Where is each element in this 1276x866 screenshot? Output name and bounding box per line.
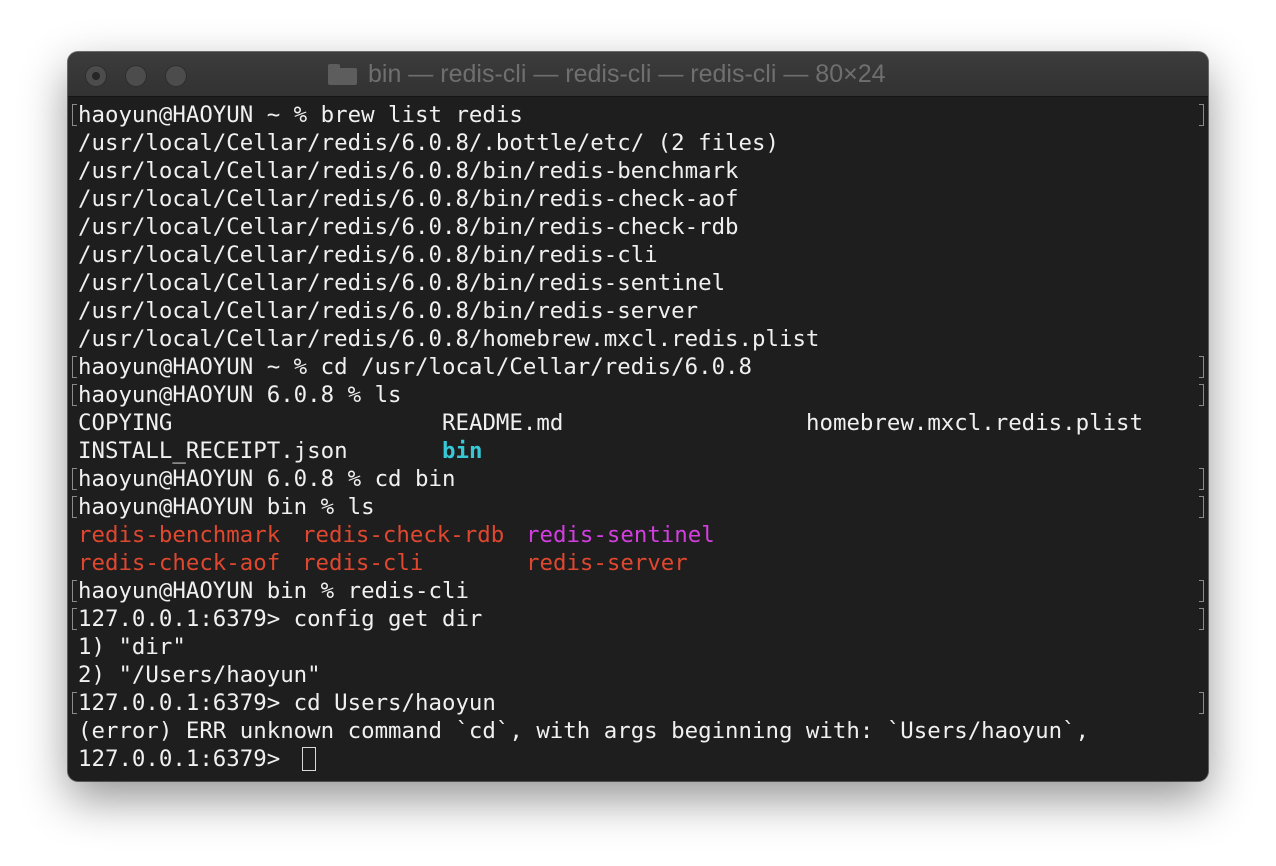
active-prompt-line[interactable]: 127.0.0.1:6379> — [68, 745, 1208, 773]
command-text: haoyun@HAOYUN 6.0.8 % cd bin — [78, 466, 456, 492]
file-entry: homebrew.mxcl.redis.plist — [806, 410, 1144, 436]
file-entry: README.md — [442, 410, 564, 436]
output-text: /usr/local/Cellar/redis/6.0.8/.bottle/et… — [78, 130, 779, 156]
output-text: 2) "/Users/haoyun" — [78, 662, 321, 688]
mark-bracket-right — [1199, 104, 1204, 126]
command-text: haoyun@HAOYUN bin % redis-cli — [78, 578, 469, 604]
mark-bracket-left — [72, 608, 77, 630]
command-text: haoyun@HAOYUN 6.0.8 % ls — [78, 382, 402, 408]
file-entry: COPYING — [78, 410, 173, 436]
prompt-line: haoyun@HAOYUN 6.0.8 % cd bin — [68, 465, 1208, 493]
zoom-button[interactable] — [165, 65, 187, 87]
error-text: (error) ERR unknown command `cd`, with a… — [78, 718, 1090, 744]
mark-bracket-right — [1199, 496, 1204, 518]
mark-bracket-right — [1199, 580, 1204, 602]
mark-bracket-left — [72, 356, 77, 378]
executable-entry: redis-check-rdb — [302, 522, 505, 548]
ls-output-row: redis-benchmark redis-check-rdb redis-se… — [68, 521, 1208, 549]
ls-output-row: redis-check-aof redis-cli redis-server — [68, 549, 1208, 577]
command-text: haoyun@HAOYUN bin % ls — [78, 494, 375, 520]
ls-output-row: INSTALL_RECEIPT.json bin — [68, 437, 1208, 465]
command-text: haoyun@HAOYUN ~ % cd /usr/local/Cellar/r… — [78, 354, 753, 380]
output-text: /usr/local/Cellar/redis/6.0.8/bin/redis-… — [78, 298, 699, 324]
output-text: /usr/local/Cellar/redis/6.0.8/bin/redis-… — [78, 270, 726, 296]
executable-entry: redis-server — [526, 550, 688, 576]
mark-bracket-right — [1199, 692, 1204, 714]
window-title-text: bin — redis-cli — redis-cli — redis-cli … — [368, 59, 886, 88]
mark-bracket-left — [72, 496, 77, 518]
executable-entry: redis-sentinel — [526, 522, 715, 548]
error-line: (error) ERR unknown command `cd`, with a… — [68, 717, 1208, 745]
mark-bracket-right — [1199, 384, 1204, 406]
mark-bracket-right — [1199, 608, 1204, 630]
mark-bracket-right — [1199, 356, 1204, 378]
output-line: /usr/local/Cellar/redis/6.0.8/bin/redis-… — [68, 213, 1208, 241]
executable-entry: redis-benchmark — [78, 522, 281, 548]
prompt-line: haoyun@HAOYUN ~ % brew list redis — [68, 101, 1208, 129]
file-entry: INSTALL_RECEIPT.json — [78, 438, 348, 464]
mark-bracket-left — [72, 468, 77, 490]
output-line: /usr/local/Cellar/redis/6.0.8/bin/redis-… — [68, 185, 1208, 213]
output-line: 2) "/Users/haoyun" — [68, 661, 1208, 689]
terminal-output[interactable]: haoyun@HAOYUN ~ % brew list redis /usr/l… — [68, 97, 1208, 781]
output-text: /usr/local/Cellar/redis/6.0.8/bin/redis-… — [78, 214, 739, 240]
prompt-line: haoyun@HAOYUN ~ % cd /usr/local/Cellar/r… — [68, 353, 1208, 381]
title-bar[interactable]: bin — redis-cli — redis-cli — redis-cli … — [68, 52, 1208, 97]
command-text: haoyun@HAOYUN ~ % brew list redis — [78, 102, 523, 128]
close-button[interactable] — [85, 65, 107, 87]
output-line: /usr/local/Cellar/redis/6.0.8/bin/redis-… — [68, 297, 1208, 325]
directory-entry: bin — [442, 438, 483, 464]
text-cursor[interactable] — [302, 747, 316, 771]
output-text: /usr/local/Cellar/redis/6.0.8/homebrew.m… — [78, 326, 820, 352]
output-line: 1) "dir" — [68, 633, 1208, 661]
output-text: /usr/local/Cellar/redis/6.0.8/bin/redis-… — [78, 158, 739, 184]
mark-bracket-left — [72, 580, 77, 602]
output-text: /usr/local/Cellar/redis/6.0.8/bin/redis-… — [78, 186, 739, 212]
output-line: /usr/local/Cellar/redis/6.0.8/homebrew.m… — [68, 325, 1208, 353]
output-line: /usr/local/Cellar/redis/6.0.8/.bottle/et… — [68, 129, 1208, 157]
ls-output-row: COPYING README.md homebrew.mxcl.redis.pl… — [68, 409, 1208, 437]
active-prompt: 127.0.0.1:6379> — [78, 746, 294, 772]
output-text: /usr/local/Cellar/redis/6.0.8/bin/redis-… — [78, 242, 658, 268]
command-text: 127.0.0.1:6379> cd Users/haoyun — [78, 690, 496, 716]
prompt-line: haoyun@HAOYUN bin % ls — [68, 493, 1208, 521]
mark-bracket-left — [72, 104, 77, 126]
executable-entry: redis-check-aof — [78, 550, 281, 576]
prompt-line: 127.0.0.1:6379> cd Users/haoyun — [68, 689, 1208, 717]
output-line: /usr/local/Cellar/redis/6.0.8/bin/redis-… — [68, 241, 1208, 269]
prompt-line: haoyun@HAOYUN bin % redis-cli — [68, 577, 1208, 605]
folder-icon — [328, 63, 357, 85]
mark-bracket-left — [72, 384, 77, 406]
output-line: /usr/local/Cellar/redis/6.0.8/bin/redis-… — [68, 157, 1208, 185]
command-text: 127.0.0.1:6379> config get dir — [78, 606, 483, 632]
minimize-button[interactable] — [125, 65, 147, 87]
mark-bracket-right — [1199, 468, 1204, 490]
terminal-window: bin — redis-cli — redis-cli — redis-cli … — [68, 52, 1208, 781]
output-line: /usr/local/Cellar/redis/6.0.8/bin/redis-… — [68, 269, 1208, 297]
output-text: 1) "dir" — [78, 634, 186, 660]
mark-bracket-left — [72, 692, 77, 714]
prompt-line: 127.0.0.1:6379> config get dir — [68, 605, 1208, 633]
prompt-line: haoyun@HAOYUN 6.0.8 % ls — [68, 381, 1208, 409]
window-title: bin — redis-cli — redis-cli — redis-cli … — [328, 52, 886, 96]
executable-entry: redis-cli — [302, 550, 424, 576]
